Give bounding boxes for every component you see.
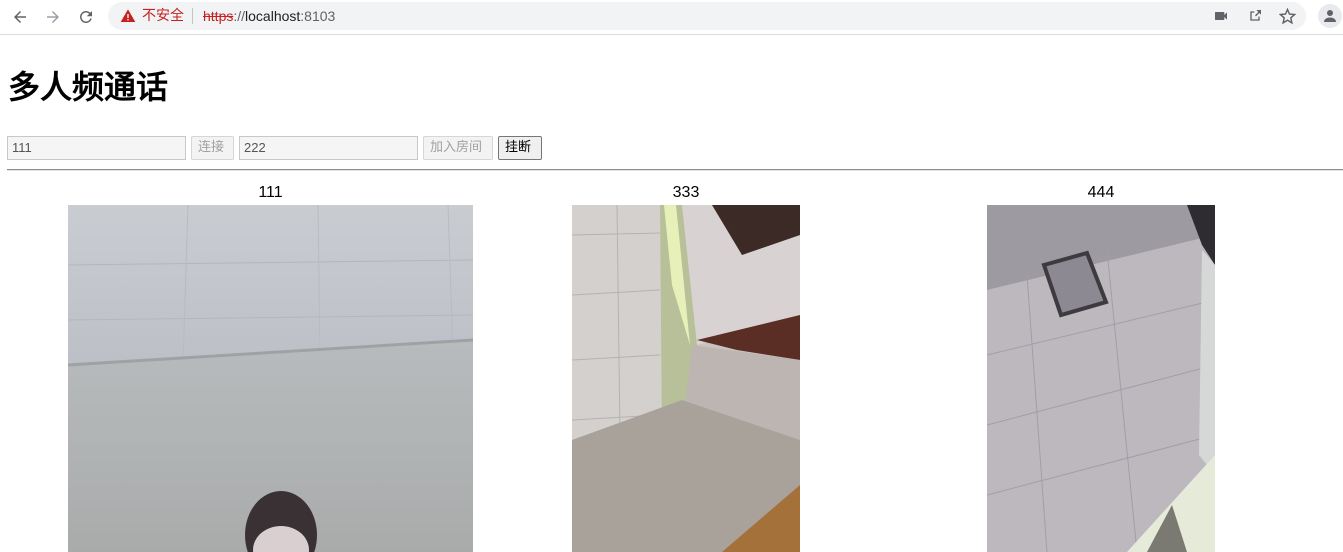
share-icon — [1250, 10, 1261, 21]
back-button[interactable] — [7, 4, 33, 30]
participant-name: 111 — [258, 184, 283, 201]
page-title: 多人频通话 — [8, 68, 169, 106]
participant-name: 444 — [1087, 184, 1115, 201]
video-feed — [572, 205, 800, 552]
participant-name: 333 — [672, 184, 700, 201]
profile-button[interactable] — [1318, 4, 1342, 28]
room-id-input[interactable]: 222 — [239, 136, 418, 160]
omnibox-divider — [192, 8, 193, 24]
join-room-button[interactable]: 加入房间 — [423, 136, 493, 160]
forward-button[interactable] — [40, 4, 66, 30]
connect-button[interactable]: 连接 — [191, 136, 234, 160]
video-feed — [987, 205, 1215, 552]
forward-icon — [47, 11, 59, 23]
hangup-button[interactable]: 挂断 — [498, 136, 542, 160]
camera-button[interactable] — [1212, 7, 1230, 25]
star-icon — [1278, 7, 1296, 24]
address-bar[interactable]: 不安全 https://localhost:8103 — [108, 2, 1306, 30]
security-status[interactable]: 不安全 — [142, 6, 184, 26]
url-host: localhost — [245, 8, 301, 24]
url-text[interactable]: https://localhost:8103 — [203, 6, 335, 26]
warning-icon — [120, 9, 136, 22]
back-icon — [14, 11, 26, 23]
user-id-input[interactable]: 111 — [7, 136, 186, 160]
camera-icon — [1215, 12, 1227, 20]
url-port: :8103 — [300, 8, 336, 24]
profile-icon — [1324, 10, 1336, 22]
video-feed — [68, 205, 473, 552]
reload-icon — [80, 11, 92, 23]
bookmark-button[interactable] — [1278, 7, 1296, 25]
share-button[interactable] — [1246, 7, 1264, 25]
divider — [7, 169, 1343, 171]
reload-button[interactable] — [73, 4, 99, 30]
url-separator: :// — [233, 8, 246, 24]
browser-toolbar: 不安全 https://localhost:8103 — [0, 0, 1343, 35]
url-scheme: https — [203, 8, 234, 24]
